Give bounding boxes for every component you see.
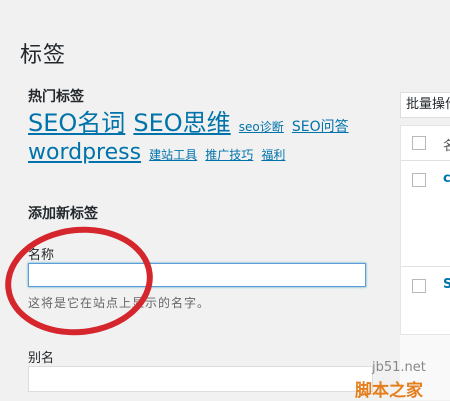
tag-link[interactable]: wordpress — [28, 140, 141, 165]
tag-name-input[interactable] — [28, 263, 366, 287]
tags-table: 名 c S — [400, 125, 450, 335]
bulk-actions-select[interactable]: 批量操作 — [400, 92, 450, 118]
row-checkbox[interactable] — [412, 279, 426, 293]
row-checkbox[interactable] — [412, 173, 426, 187]
table-row: S — [401, 267, 450, 335]
tag-link[interactable]: SEO问答 — [292, 119, 349, 135]
tag-link[interactable]: 建站工具 — [149, 148, 197, 162]
slug-label: 别名 — [28, 351, 55, 366]
watermark-brand: 脚本之家 — [355, 381, 423, 401]
tag-slug-input[interactable] — [28, 366, 373, 392]
row-name-link[interactable]: S — [443, 277, 450, 292]
tag-link[interactable]: SEO名词 — [28, 109, 125, 137]
tag-link[interactable]: seo诊断 — [239, 120, 284, 134]
select-all-checkbox[interactable] — [412, 136, 426, 150]
page-title: 标签 — [20, 42, 67, 68]
add-new-tag-heading: 添加新标签 — [28, 206, 98, 222]
tag-link[interactable]: 福利 — [261, 148, 285, 162]
watermark-domain: jb51.net — [372, 360, 426, 375]
tag-link[interactable]: 推广技巧 — [205, 148, 253, 162]
name-hint: 这将是它在站点上显示的名字。 — [28, 296, 211, 310]
row-name-link[interactable]: c — [443, 171, 450, 186]
tag-cloud: SEO名词 SEO思维 seo诊断 SEO问答 wordpress 建站工具 推… — [28, 110, 383, 168]
popular-tags-heading: 热门标签 — [28, 89, 84, 105]
column-header-name[interactable]: 名 — [443, 135, 450, 154]
name-label: 名称 — [28, 248, 55, 263]
table-header-row: 名 — [401, 126, 450, 161]
tag-link[interactable]: SEO思维 — [133, 109, 230, 137]
table-row: c — [401, 161, 450, 267]
